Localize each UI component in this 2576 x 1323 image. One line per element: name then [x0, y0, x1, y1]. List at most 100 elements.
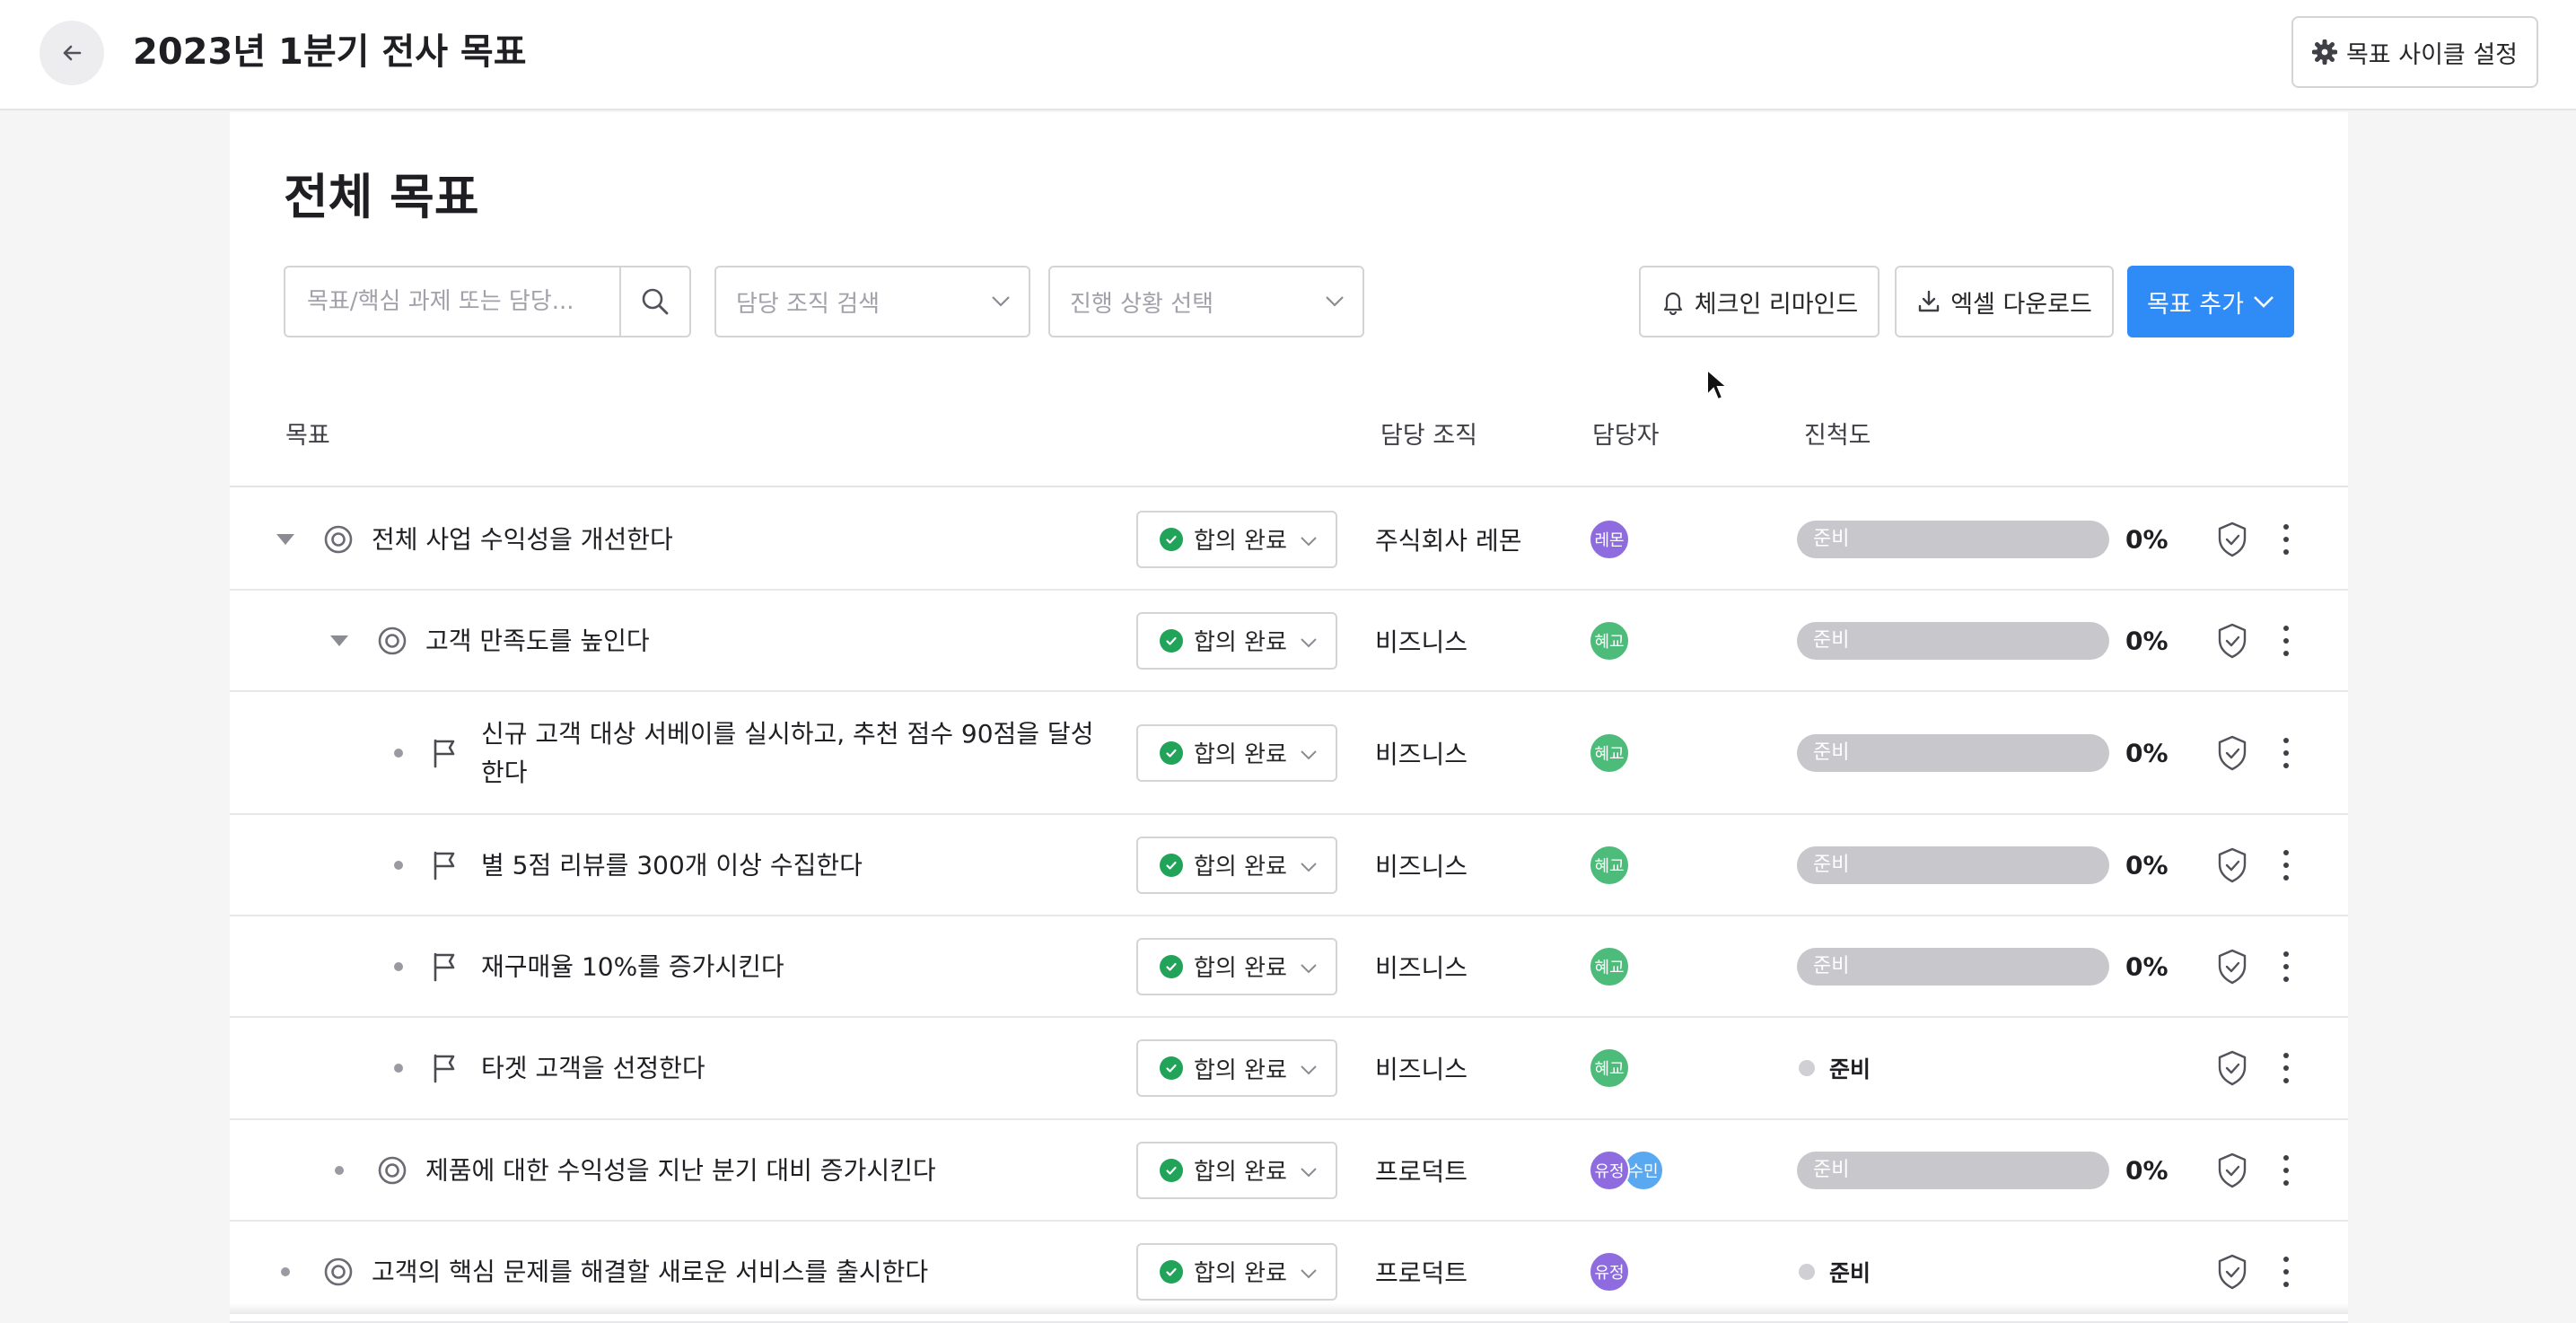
goal-title[interactable]: 제품에 대한 수익성을 지난 분기 대비 증가시킨다 [425, 1151, 936, 1189]
table-row[interactable]: 신규 고객 대상 서베이를 실시하고, 추천 점수 90점을 달성한다 합의 완료… [230, 692, 2348, 815]
avatar[interactable]: 혜교 [1589, 732, 1630, 774]
chevron-down-icon [1300, 953, 1318, 980]
check-circle-icon [1160, 853, 1183, 877]
more-options-icon[interactable] [2273, 521, 2300, 558]
owner-org: 비즈니스 [1375, 851, 1468, 881]
avatar[interactable]: 유정 [1589, 1250, 1630, 1292]
table-header-divider [230, 486, 2348, 487]
progress-percent: 0% [2125, 951, 2169, 981]
search-button[interactable] [619, 267, 689, 336]
progress-percent: 0% [2125, 626, 2169, 655]
cycle-settings-button[interactable]: 목표 사이클 설정 [2291, 16, 2538, 88]
owner-org: 비즈니스 [1375, 626, 1468, 657]
chevron-down-icon [1300, 852, 1318, 879]
goal-title[interactable]: 타겟 고객을 선정한다 [481, 1049, 705, 1088]
goal-title[interactable]: 고객의 핵심 문제를 해결할 새로운 서비스를 출시한다 [372, 1252, 928, 1291]
agreement-status-label: 합의 완료 [1194, 854, 1287, 881]
bell-icon [1663, 292, 1682, 315]
goal-title[interactable]: 별 5점 리뷰를 300개 이상 수집한다 [481, 845, 863, 884]
table-row[interactable]: 별 5점 리뷰를 300개 이상 수집한다 합의 완료 비즈니스 혜교 준비 0% [230, 815, 2348, 916]
column-header-owner: 담당자 [1592, 422, 1660, 450]
avatar[interactable]: 혜교 [1589, 945, 1630, 987]
search-input[interactable] [285, 267, 619, 336]
gear-icon [2311, 39, 2337, 65]
page-title: 2023년 1분기 전사 목표 [133, 31, 527, 73]
more-options-icon[interactable] [2273, 1049, 2300, 1087]
excel-download-label: 엑셀 다운로드 [1950, 290, 2092, 319]
owner-org: 주식회사 레몬 [1375, 525, 1522, 556]
shield-check-icon[interactable] [2215, 1049, 2249, 1087]
goal-title-line-1: 신규 고객 대상 서베이를 실시하고, 추천 점수 90점을 달성 [481, 718, 1094, 749]
arrow-left-icon [63, 45, 82, 61]
more-options-icon[interactable] [2273, 622, 2300, 660]
progress-percent: 0% [2125, 850, 2169, 880]
shield-check-icon[interactable] [2215, 521, 2249, 558]
goal-title[interactable]: 전체 사업 수익성을 개선한다 [372, 520, 673, 558]
column-header-progress: 진척도 [1804, 422, 1871, 450]
progress-bar: 준비 [1797, 520, 2109, 558]
add-goal-button[interactable]: 목표 추가 [2127, 266, 2294, 337]
search-icon [642, 288, 669, 315]
avatar[interactable]: 혜교 [1589, 1047, 1630, 1089]
avatar[interactable]: 혜교 [1589, 844, 1630, 886]
more-options-icon[interactable] [2273, 846, 2300, 884]
shield-check-icon[interactable] [2215, 1253, 2249, 1291]
cycle-settings-label: 목표 사이클 설정 [2345, 40, 2519, 69]
check-circle-icon [1160, 1259, 1183, 1284]
shield-check-icon[interactable] [2215, 846, 2249, 884]
agreement-status-dropdown[interactable]: 합의 완료 [1136, 510, 1337, 568]
org-filter-placeholder: 담당 조직 검색 [736, 290, 881, 318]
shield-check-icon[interactable] [2215, 1152, 2249, 1189]
table-row[interactable]: 전체 사업 수익성을 개선한다 합의 완료 주식회사 레몬 레몬 준비 0% [230, 489, 2348, 591]
agreement-status-label: 합의 완료 [1194, 1260, 1287, 1287]
agreement-status-dropdown[interactable]: 합의 완료 [1136, 1141, 1337, 1199]
checkin-reminder-label: 체크인 리마인드 [1694, 290, 1859, 319]
mouse-cursor-icon [1706, 368, 1729, 401]
table-row[interactable]: 고객 만족도를 높인다 합의 완료 비즈니스 혜교 준비 0% [230, 591, 2348, 692]
shield-check-icon[interactable] [2215, 948, 2249, 986]
agreement-status-dropdown[interactable]: 합의 완료 [1136, 723, 1337, 782]
progress-status-text: 준비 [1829, 1056, 1871, 1082]
chevron-down-icon [1300, 1157, 1318, 1184]
agreement-status-dropdown[interactable]: 합의 완료 [1136, 1242, 1337, 1301]
excel-download-button[interactable]: 엑셀 다운로드 [1895, 266, 2114, 337]
bullet-icon [281, 1266, 290, 1276]
add-goal-label: 목표 추가 [2147, 290, 2244, 319]
status-filter-placeholder: 진행 상황 선택 [1070, 290, 1214, 318]
goal-title[interactable]: 신규 고객 대상 서베이를 실시하고, 추천 점수 90점을 달성한다 [481, 714, 1093, 792]
goal-title-line-2: 한다 [481, 757, 528, 787]
progress-status-text: 준비 [1829, 1259, 1871, 1286]
table-row[interactable]: 재구매율 10%를 증가시킨다 합의 완료 비즈니스 혜교 준비 0% [230, 916, 2348, 1018]
agreement-status-label: 합의 완료 [1194, 528, 1287, 555]
progress-percent: 0% [2125, 738, 2169, 767]
more-options-icon[interactable] [2273, 734, 2300, 772]
checkin-reminder-button[interactable]: 체크인 리마인드 [1639, 266, 1879, 337]
progress-bar: 준비 [1797, 621, 2109, 660]
agreement-status-label: 합의 완료 [1194, 741, 1287, 768]
agreement-status-dropdown[interactable]: 합의 완료 [1136, 836, 1337, 894]
progress-percent: 0% [2125, 1155, 2169, 1185]
more-options-icon[interactable] [2273, 1152, 2300, 1189]
avatar[interactable]: 혜교 [1589, 619, 1630, 662]
bottom-fade [230, 1303, 2348, 1314]
expand-toggle-icon[interactable] [276, 533, 294, 545]
owner-org: 프로덕트 [1375, 1156, 1468, 1187]
table-row[interactable]: 타겟 고객을 선정한다 합의 완료 비즈니스 혜교 준비 [230, 1018, 2348, 1120]
avatar[interactable]: 유정 [1589, 1149, 1630, 1191]
status-filter-select[interactable]: 진행 상황 선택 [1048, 266, 1364, 337]
status-dot-icon [1799, 1060, 1815, 1076]
agreement-status-dropdown[interactable]: 합의 완료 [1136, 937, 1337, 995]
more-options-icon[interactable] [2273, 1253, 2300, 1291]
back-button[interactable] [39, 21, 104, 85]
expand-toggle-icon[interactable] [330, 635, 348, 646]
org-filter-select[interactable]: 담당 조직 검색 [714, 266, 1030, 337]
goal-title[interactable]: 고객 만족도를 높인다 [425, 621, 650, 660]
more-options-icon[interactable] [2273, 948, 2300, 986]
shield-check-icon[interactable] [2215, 734, 2249, 772]
agreement-status-dropdown[interactable]: 합의 완료 [1136, 611, 1337, 670]
agreement-status-dropdown[interactable]: 합의 완료 [1136, 1039, 1337, 1097]
table-row[interactable]: 제품에 대한 수익성을 지난 분기 대비 증가시킨다 합의 완료 프로덕트 유정 수민 준… [230, 1120, 2348, 1222]
shield-check-icon[interactable] [2215, 622, 2249, 660]
avatar[interactable]: 레몬 [1589, 518, 1630, 560]
goal-title[interactable]: 재구매율 10%를 증가시킨다 [481, 947, 784, 986]
